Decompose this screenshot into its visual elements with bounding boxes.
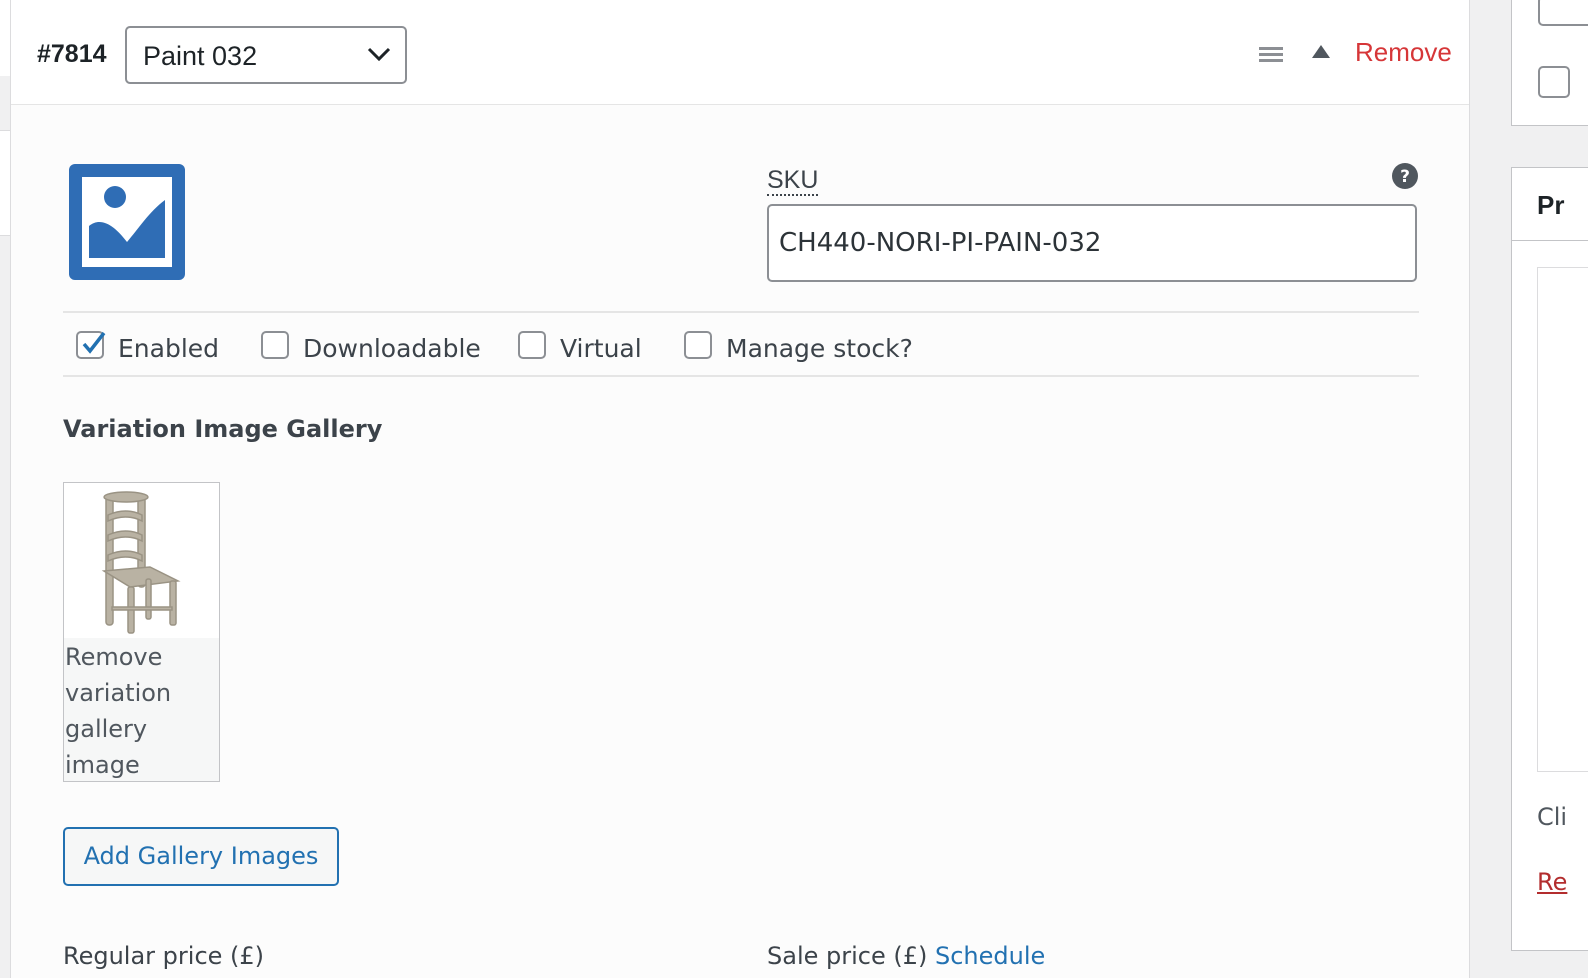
- menu-icon[interactable]: [1259, 46, 1283, 64]
- sidebar-box: [1511, 0, 1588, 126]
- manage-stock-label: Manage stock?: [726, 333, 913, 363]
- virtual-option[interactable]: Virtual: [518, 327, 642, 363]
- downloadable-label: Downloadable: [303, 333, 481, 363]
- variation-attribute-select[interactable]: Paint 032: [125, 26, 407, 84]
- sidebar-product-box: Pr Cli Re: [1511, 167, 1588, 951]
- regular-price-label: Regular price (£): [63, 942, 265, 970]
- schedule-link[interactable]: Schedule: [935, 942, 1045, 970]
- checkmark-icon: [82, 331, 106, 354]
- sku-label: SKU: [767, 166, 819, 196]
- sidebar-box-header[interactable]: Pr: [1512, 168, 1588, 241]
- chevron-down-icon: [367, 47, 391, 62]
- gallery-image: [64, 483, 219, 638]
- manage-stock-option[interactable]: Manage stock?: [684, 327, 913, 363]
- sidebar-content-area[interactable]: [1537, 267, 1588, 772]
- gallery-item[interactable]: Remove variation gallery image: [63, 482, 220, 782]
- variation-panel: #7814 Paint 032 Remove SKU ? CH440-NORI-…: [10, 0, 1470, 978]
- sku-input[interactable]: [767, 204, 1417, 282]
- left-tab-top: [0, 0, 10, 76]
- gallery-title: Variation Image Gallery: [63, 415, 383, 443]
- sale-price-text: Sale price (£): [767, 942, 928, 970]
- variation-header[interactable]: #7814 Paint 032 Remove: [11, 6, 1469, 105]
- arrow-up-icon[interactable]: [1311, 44, 1331, 60]
- divider: [63, 375, 1419, 377]
- virtual-checkbox[interactable]: [518, 331, 546, 359]
- help-icon[interactable]: ?: [1392, 163, 1418, 189]
- sidebar-input[interactable]: [1538, 0, 1588, 26]
- downloadable-checkbox[interactable]: [261, 331, 289, 359]
- divider: [63, 311, 1419, 313]
- svg-text:?: ?: [1400, 167, 1410, 187]
- enabled-label: Enabled: [118, 333, 220, 363]
- enabled-option[interactable]: Enabled: [76, 327, 219, 363]
- chair-image: [101, 491, 181, 634]
- sidebar-text: Cli: [1537, 803, 1568, 831]
- add-gallery-images-button[interactable]: Add Gallery Images: [63, 827, 339, 886]
- sidebar-link[interactable]: Re: [1537, 868, 1567, 896]
- remove-variation-link[interactable]: Remove: [1355, 37, 1452, 68]
- image-placeholder-icon[interactable]: [69, 164, 185, 280]
- sidebar-checkbox[interactable]: [1538, 66, 1570, 98]
- left-tab-mid: [0, 130, 10, 236]
- variation-id: #7814: [37, 40, 107, 68]
- virtual-label: Virtual: [560, 333, 642, 363]
- downloadable-option[interactable]: Downloadable: [261, 327, 481, 363]
- sale-price-label: Sale price (£) Schedule: [767, 942, 1045, 970]
- remove-gallery-image-link[interactable]: Remove variation gallery image: [65, 639, 215, 781]
- sidebar-box-title: Pr: [1537, 190, 1565, 220]
- enabled-checkbox[interactable]: [76, 331, 106, 359]
- manage-stock-checkbox[interactable]: [684, 331, 712, 359]
- variation-attribute-value: Paint 032: [143, 41, 258, 71]
